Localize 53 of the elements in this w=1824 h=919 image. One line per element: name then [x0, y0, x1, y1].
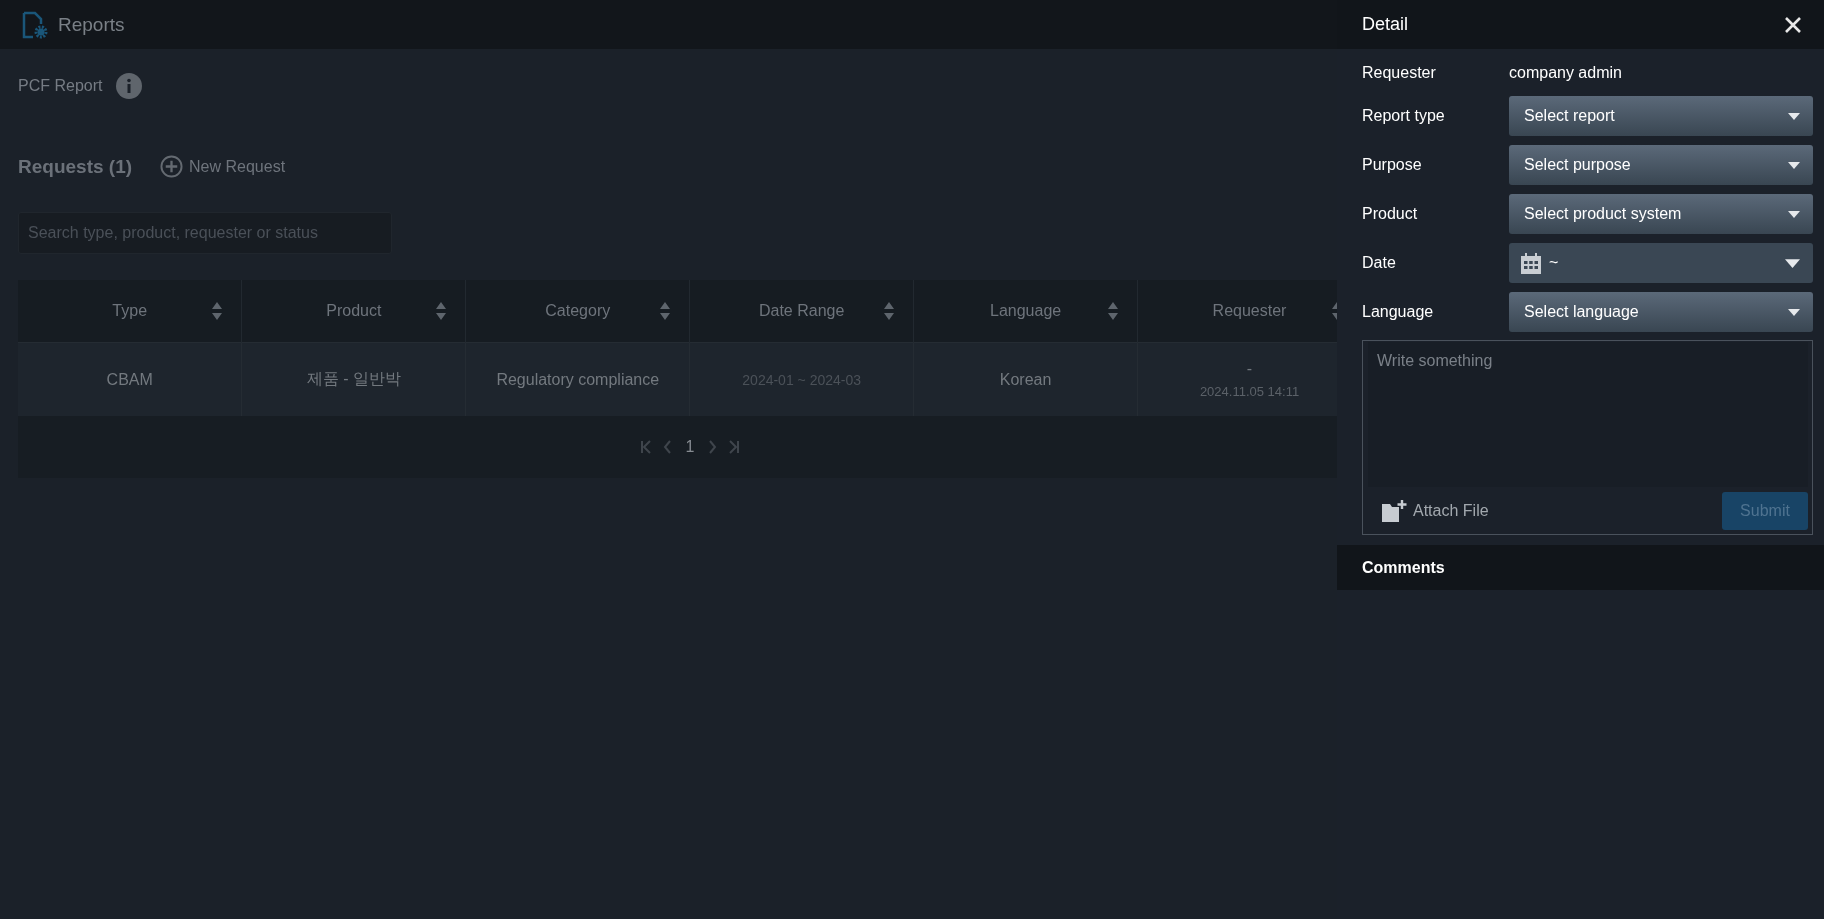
page-title: Reports — [58, 13, 125, 36]
sort-icon[interactable] — [883, 301, 896, 321]
caret-icon — [1788, 161, 1800, 169]
close-icon — [1784, 15, 1802, 34]
column-header[interactable]: Category — [545, 302, 611, 320]
sort-icon[interactable] — [1107, 301, 1120, 321]
sort-icon[interactable] — [211, 301, 224, 321]
table-cell: CBAM — [106, 370, 153, 388]
report-title: PCF Report — [18, 77, 103, 95]
field-label: Purpose — [1362, 156, 1423, 174]
sort-icon[interactable] — [659, 301, 672, 321]
page-button[interactable]: 1 — [683, 438, 697, 456]
last-page-icon[interactable] — [728, 440, 741, 454]
calendar-icon — [1521, 252, 1541, 274]
sort-icon[interactable] — [435, 301, 448, 321]
column-header[interactable]: Requester — [1212, 302, 1287, 320]
table-cell: Korean — [999, 370, 1052, 388]
close-button[interactable] — [1784, 15, 1802, 34]
comments-heading: Comments — [1362, 558, 1445, 577]
field-label: Requester — [1362, 64, 1437, 82]
date-range-picker[interactable]: ~ — [1509, 243, 1813, 283]
caret-icon — [1785, 258, 1800, 268]
column-header[interactable]: Type — [112, 302, 148, 320]
first-page-icon[interactable] — [639, 440, 652, 454]
column-header[interactable]: Product — [326, 302, 382, 320]
panel-title: Detail — [1362, 14, 1409, 35]
field-label: Date — [1362, 254, 1397, 272]
table-cell: 제품 - 일반박 — [306, 370, 401, 387]
attach-file-button[interactable]: Attach File — [1368, 500, 1489, 522]
next-page-icon[interactable] — [706, 440, 719, 454]
requests-heading: Requests (1) — [18, 155, 133, 178]
field-value: company admin — [1509, 64, 1623, 82]
field-label: Language — [1362, 303, 1435, 321]
field-label: Product — [1362, 205, 1419, 223]
previous-page-icon[interactable] — [661, 440, 674, 454]
select-dropdown[interactable]: Select product system — [1509, 194, 1813, 234]
caret-icon — [1788, 112, 1800, 120]
select-dropdown[interactable]: Select language — [1509, 292, 1813, 332]
caret-icon — [1788, 210, 1800, 218]
select-dropdown[interactable]: Select report — [1509, 96, 1813, 136]
table-cell-text: - 2024.11.05 14:11 — [1198, 360, 1301, 399]
info-icon[interactable] — [116, 73, 143, 99]
select-dropdown[interactable]: Select purpose — [1509, 145, 1813, 185]
plus-circle-icon — [160, 155, 184, 178]
new-request-button[interactable]: New Request — [160, 155, 286, 178]
column-header[interactable]: Date Range — [758, 302, 845, 320]
folder-plus-icon — [1382, 500, 1407, 522]
field-label: Report type — [1362, 107, 1446, 125]
report-gear-icon — [20, 10, 48, 39]
caret-icon — [1788, 308, 1800, 316]
table-cell: Regulatory compliance — [496, 370, 660, 388]
column-header[interactable]: Language — [990, 302, 1062, 320]
comment-field[interactable]: Write something — [1368, 342, 1808, 487]
